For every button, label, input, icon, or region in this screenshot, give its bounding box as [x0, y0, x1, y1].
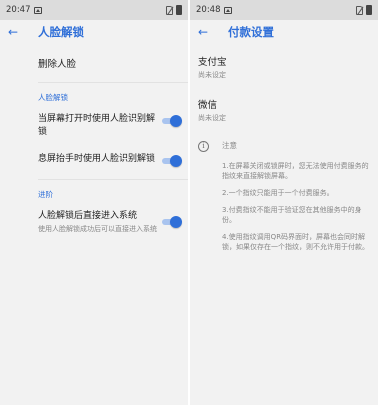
toggle-row-raise-to-wake[interactable]: 息屏抬手时使用人脸识别解锁: [0, 144, 188, 173]
page-title: 人脸解锁: [38, 25, 84, 39]
image-icon: [223, 6, 232, 14]
note-title: 注意: [222, 141, 237, 150]
battery-icon: [176, 5, 182, 15]
battery-icon: [366, 5, 372, 15]
note-paragraph: 2.一个指纹只能用于一个付费服务。: [222, 189, 334, 197]
note-paragraph: 3.付费指纹不能用于验证您在其他服务中的身份。: [222, 206, 362, 224]
note-paragraph: 1.在屏幕关闭或锁屏时，您无法使用付费服务的指纹来直接解锁屏幕。: [222, 162, 369, 180]
page-title: 付款设置: [228, 25, 274, 39]
delete-face-item[interactable]: 删除人脸: [0, 44, 188, 82]
note-section: i 注意 1.在屏幕关闭或锁屏时，您无法使用付费服务的指纹来直接解锁屏幕。 2.…: [190, 135, 378, 259]
payment-item-subtitle: 尚未设定: [198, 71, 226, 79]
info-icon: i: [198, 141, 209, 152]
app-bar: ← 人脸解锁: [0, 20, 188, 44]
toggle-label: 人脸解锁后直接进入系统: [38, 211, 138, 221]
toggle-switch-raise-to-wake[interactable]: [160, 155, 182, 167]
payment-item-wechat[interactable]: 微信 尚未设定: [190, 90, 378, 129]
payment-item-subtitle: 尚未设定: [198, 114, 226, 122]
toggle-row-screen-on[interactable]: 当屏幕打开时使用人脸识别解锁: [0, 107, 188, 144]
toggle-switch-direct-entry[interactable]: [160, 216, 182, 228]
app-bar: ← 付款设置: [190, 20, 378, 44]
back-arrow-icon[interactable]: ←: [198, 25, 212, 39]
no-sim-icon: [166, 5, 173, 15]
section-header-advanced: 进阶: [38, 190, 53, 199]
note-paragraph: 4.使用指纹调用QR码界面时，屏幕也会同时解锁，如果仅存在一个指纹，则不允许用于…: [222, 233, 369, 251]
payment-item-alipay[interactable]: 支付宝 尚未设定: [190, 47, 378, 86]
toggle-sublabel: 使用人脸解锁成功后可以直接进入系统: [38, 224, 157, 233]
status-bar: 20:47: [0, 0, 188, 20]
back-arrow-icon[interactable]: ←: [8, 25, 22, 39]
status-bar: 20:48: [190, 0, 378, 20]
status-time: 20:47: [6, 5, 31, 15]
no-sim-icon: [356, 5, 363, 15]
toggle-switch-screen-on[interactable]: [160, 115, 182, 127]
payment-item-title: 微信: [198, 100, 218, 111]
payment-settings-screen: 20:48 ← 付款设置 支付宝 尚未设定 微信 尚未设定 i 注意 1.在屏幕…: [190, 0, 378, 405]
image-icon: [33, 6, 42, 14]
face-unlock-screen: 20:47 ← 人脸解锁 删除人脸 人脸解锁 当屏幕打开时使用人脸识别解锁 息屏…: [0, 0, 188, 405]
toggle-label: 息屏抬手时使用人脸识别解锁: [38, 154, 156, 164]
toggle-row-direct-entry[interactable]: 人脸解锁后直接进入系统 使用人脸解锁成功后可以直接进入系统: [0, 204, 188, 240]
status-time: 20:48: [196, 5, 221, 15]
payment-item-title: 支付宝: [198, 57, 227, 68]
toggle-label: 当屏幕打开时使用人脸识别解锁: [38, 114, 156, 137]
section-header-face-unlock: 人脸解锁: [38, 93, 68, 102]
